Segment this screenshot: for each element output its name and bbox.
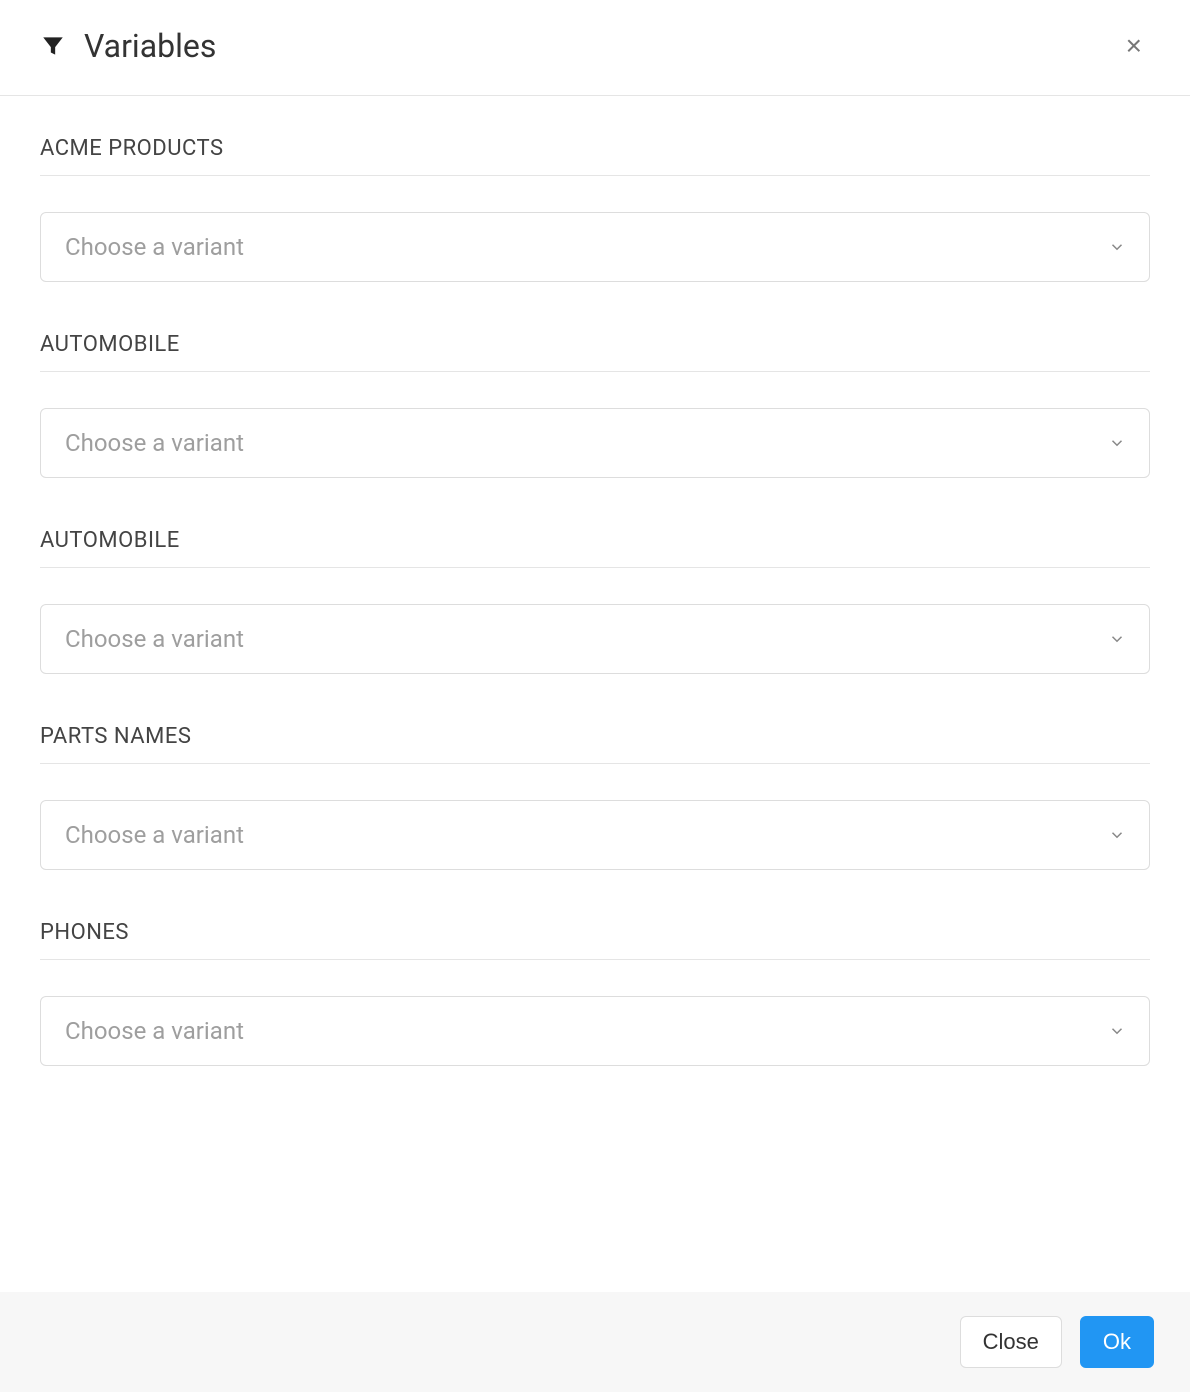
- variant-select-wrap: Choose a variant: [40, 604, 1150, 674]
- variant-select-wrap: Choose a variant: [40, 996, 1150, 1066]
- variant-select[interactable]: Choose a variant: [40, 604, 1150, 674]
- variant-select-placeholder: Choose a variant: [65, 821, 244, 849]
- variant-select[interactable]: Choose a variant: [40, 408, 1150, 478]
- close-icon-button[interactable]: ×: [1118, 28, 1150, 64]
- close-button[interactable]: Close: [960, 1316, 1062, 1368]
- close-icon: ×: [1126, 30, 1142, 61]
- variable-section: AUTOMOBILE Choose a variant: [40, 528, 1150, 674]
- section-label: PARTS NAMES: [40, 724, 1150, 764]
- variant-select-wrap: Choose a variant: [40, 212, 1150, 282]
- section-label: PHONES: [40, 920, 1150, 960]
- modal-title: Variables: [84, 27, 216, 65]
- ok-button[interactable]: Ok: [1080, 1316, 1154, 1368]
- variable-section: PARTS NAMES Choose a variant: [40, 724, 1150, 870]
- variant-select-placeholder: Choose a variant: [65, 233, 244, 261]
- variant-select[interactable]: Choose a variant: [40, 996, 1150, 1066]
- variable-section: AUTOMOBILE Choose a variant: [40, 332, 1150, 478]
- variant-select-wrap: Choose a variant: [40, 408, 1150, 478]
- filter-icon: [40, 33, 66, 59]
- modal-body[interactable]: ACME PRODUCTS Choose a variant AUTOMOBIL…: [0, 96, 1190, 1292]
- section-label: ACME PRODUCTS: [40, 136, 1150, 176]
- variant-select-placeholder: Choose a variant: [65, 625, 244, 653]
- variable-section: ACME PRODUCTS Choose a variant: [40, 136, 1150, 282]
- variant-select-placeholder: Choose a variant: [65, 1017, 244, 1045]
- modal-footer: Close Ok: [0, 1292, 1190, 1392]
- modal-header: Variables ×: [0, 0, 1190, 96]
- variant-select-wrap: Choose a variant: [40, 800, 1150, 870]
- header-title-group: Variables: [40, 27, 216, 65]
- variant-select[interactable]: Choose a variant: [40, 212, 1150, 282]
- section-label: AUTOMOBILE: [40, 332, 1150, 372]
- section-label: AUTOMOBILE: [40, 528, 1150, 568]
- variant-select-placeholder: Choose a variant: [65, 429, 244, 457]
- variable-section: PHONES Choose a variant: [40, 920, 1150, 1066]
- variant-select[interactable]: Choose a variant: [40, 800, 1150, 870]
